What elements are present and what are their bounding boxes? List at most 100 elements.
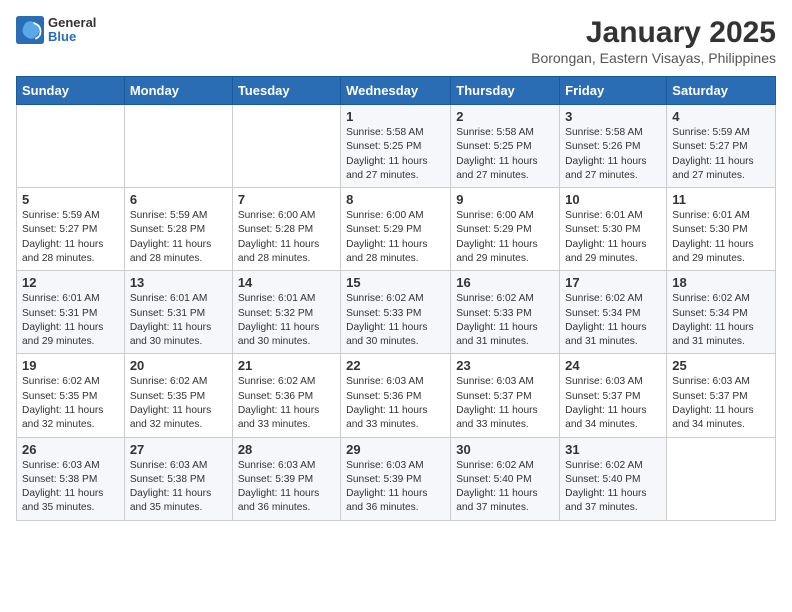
- day-info: Sunrise: 6:03 AM Sunset: 5:39 PM Dayligh…: [238, 459, 335, 516]
- day-info: Sunrise: 6:00 AM Sunset: 5:29 PM Dayligh…: [346, 209, 445, 266]
- calendar-cell: 3Sunrise: 5:58 AM Sunset: 5:26 PM Daylig…: [560, 105, 667, 188]
- day-number: 19: [22, 358, 119, 373]
- calendar-cell: 4 Sunrise: 5:59 AM Sunset: 5:27 PM Daylig…: [667, 105, 776, 188]
- logo-line2: Blue: [48, 30, 96, 44]
- day-info: Sunrise: 6:02 AM Sunset: 5:35 PM Dayligh…: [130, 375, 227, 432]
- day-info: Sunrise: 6:02 AM Sunset: 5:33 PM Dayligh…: [346, 292, 445, 349]
- day-number: 4: [672, 109, 770, 124]
- calendar-cell: 14 Sunrise: 6:01 AM Sunset: 5:32 PM Dayli…: [232, 271, 340, 354]
- day-info: Sunrise: 6:02 AM Sunset: 5:40 PM Dayligh…: [565, 459, 661, 516]
- day-number: 18: [672, 275, 770, 290]
- day-info: Sunrise: 5:58 AM Sunset: 5:26 PM Dayligh…: [565, 126, 661, 183]
- day-info: Sunrise: 6:01 AM Sunset: 5:32 PM Dayligh…: [238, 292, 335, 349]
- day-number: 22: [346, 358, 445, 373]
- day-info: Sunrise: 6:01 AM Sunset: 5:31 PM Dayligh…: [22, 292, 119, 349]
- calendar-cell: 8 Sunrise: 6:00 AM Sunset: 5:29 PM Daylig…: [341, 188, 451, 271]
- calendar-cell: 31Sunrise: 6:02 AM Sunset: 5:40 PM Dayli…: [560, 437, 667, 520]
- day-number: 24: [565, 358, 661, 373]
- day-number: 21: [238, 358, 335, 373]
- day-number: 16: [456, 275, 554, 290]
- weekday-header-row: SundayMondayTuesdayWednesdayThursdayFrid…: [17, 77, 776, 105]
- day-number: 12: [22, 275, 119, 290]
- calendar-cell: 15 Sunrise: 6:02 AM Sunset: 5:33 PM Dayli…: [341, 271, 451, 354]
- calendar-cell: 25 Sunrise: 6:03 AM Sunset: 5:37 PM Dayli…: [667, 354, 776, 437]
- day-number: 10: [565, 192, 661, 207]
- day-info: Sunrise: 6:02 AM Sunset: 5:34 PM Dayligh…: [565, 292, 661, 349]
- calendar-cell: [17, 105, 125, 188]
- logo-icon: [16, 16, 44, 44]
- day-info: Sunrise: 6:03 AM Sunset: 5:37 PM Dayligh…: [456, 375, 554, 432]
- calendar-cell: [232, 105, 340, 188]
- calendar-cell: 9Sunrise: 6:00 AM Sunset: 5:29 PM Daylig…: [451, 188, 560, 271]
- week-row-3: 12 Sunrise: 6:01 AM Sunset: 5:31 PM Dayli…: [17, 271, 776, 354]
- day-number: 26: [22, 442, 119, 457]
- week-row-5: 26 Sunrise: 6:03 AM Sunset: 5:38 PM Dayli…: [17, 437, 776, 520]
- calendar-cell: 16Sunrise: 6:02 AM Sunset: 5:33 PM Dayli…: [451, 271, 560, 354]
- day-number: 25: [672, 358, 770, 373]
- day-info: Sunrise: 6:03 AM Sunset: 5:39 PM Dayligh…: [346, 459, 445, 516]
- weekday-header-tuesday: Tuesday: [232, 77, 340, 105]
- day-info: Sunrise: 5:59 AM Sunset: 5:28 PM Dayligh…: [130, 209, 227, 266]
- weekday-header-saturday: Saturday: [667, 77, 776, 105]
- day-number: 29: [346, 442, 445, 457]
- day-info: Sunrise: 6:02 AM Sunset: 5:40 PM Dayligh…: [456, 459, 554, 516]
- day-number: 8: [346, 192, 445, 207]
- calendar-cell: 29 Sunrise: 6:03 AM Sunset: 5:39 PM Dayli…: [341, 437, 451, 520]
- calendar-cell: 17Sunrise: 6:02 AM Sunset: 5:34 PM Dayli…: [560, 271, 667, 354]
- day-number: 28: [238, 442, 335, 457]
- day-info: Sunrise: 6:03 AM Sunset: 5:36 PM Dayligh…: [346, 375, 445, 432]
- calendar-cell: 21 Sunrise: 6:02 AM Sunset: 5:36 PM Dayli…: [232, 354, 340, 437]
- day-info: Sunrise: 6:01 AM Sunset: 5:30 PM Dayligh…: [565, 209, 661, 266]
- weekday-header-sunday: Sunday: [17, 77, 125, 105]
- day-number: 15: [346, 275, 445, 290]
- weekday-header-thursday: Thursday: [451, 77, 560, 105]
- calendar-cell: 26 Sunrise: 6:03 AM Sunset: 5:38 PM Dayli…: [17, 437, 125, 520]
- week-row-4: 19 Sunrise: 6:02 AM Sunset: 5:35 PM Dayli…: [17, 354, 776, 437]
- day-info: Sunrise: 6:00 AM Sunset: 5:29 PM Dayligh…: [456, 209, 554, 266]
- calendar-cell: 19Sunrise: 6:02 AM Sunset: 5:35 PM Dayli…: [17, 354, 125, 437]
- day-info: Sunrise: 6:02 AM Sunset: 5:36 PM Dayligh…: [238, 375, 335, 432]
- day-info: Sunrise: 5:58 AM Sunset: 5:25 PM Dayligh…: [456, 126, 554, 183]
- day-number: 5: [22, 192, 119, 207]
- day-number: 20: [130, 358, 227, 373]
- calendar-cell: 13Sunrise: 6:01 AM Sunset: 5:31 PM Dayli…: [124, 271, 232, 354]
- calendar-cell: 7Sunrise: 6:00 AM Sunset: 5:28 PM Daylig…: [232, 188, 340, 271]
- calendar-cell: 23Sunrise: 6:03 AM Sunset: 5:37 PM Dayli…: [451, 354, 560, 437]
- day-number: 1: [346, 109, 445, 124]
- month-title: January 2025: [531, 16, 776, 50]
- day-number: 11: [672, 192, 770, 207]
- day-number: 27: [130, 442, 227, 457]
- weekday-header-friday: Friday: [560, 77, 667, 105]
- day-info: Sunrise: 6:02 AM Sunset: 5:34 PM Dayligh…: [672, 292, 770, 349]
- day-info: Sunrise: 6:03 AM Sunset: 5:37 PM Dayligh…: [672, 375, 770, 432]
- day-info: Sunrise: 5:59 AM Sunset: 5:27 PM Dayligh…: [672, 126, 770, 183]
- logo-text: General Blue: [48, 16, 96, 45]
- day-number: 30: [456, 442, 554, 457]
- header: General Blue January 2025 Borongan, East…: [16, 16, 776, 66]
- calendar-cell: 12 Sunrise: 6:01 AM Sunset: 5:31 PM Dayli…: [17, 271, 125, 354]
- day-info: Sunrise: 6:00 AM Sunset: 5:28 PM Dayligh…: [238, 209, 335, 266]
- day-number: 2: [456, 109, 554, 124]
- calendar-cell: 10 Sunrise: 6:01 AM Sunset: 5:30 PM Dayli…: [560, 188, 667, 271]
- calendar-cell: 1Sunrise: 5:58 AM Sunset: 5:25 PM Daylig…: [341, 105, 451, 188]
- calendar-cell: 24 Sunrise: 6:03 AM Sunset: 5:37 PM Dayli…: [560, 354, 667, 437]
- calendar-cell: [124, 105, 232, 188]
- day-info: Sunrise: 5:59 AM Sunset: 5:27 PM Dayligh…: [22, 209, 119, 266]
- calendar-cell: 6Sunrise: 5:59 AM Sunset: 5:28 PM Daylig…: [124, 188, 232, 271]
- day-info: Sunrise: 6:01 AM Sunset: 5:30 PM Dayligh…: [672, 209, 770, 266]
- calendar-cell: 28 Sunrise: 6:03 AM Sunset: 5:39 PM Dayli…: [232, 437, 340, 520]
- calendar-cell: [667, 437, 776, 520]
- location: Borongan, Eastern Visayas, Philippines: [531, 50, 776, 66]
- calendar-cell: 30 Sunrise: 6:02 AM Sunset: 5:40 PM Dayli…: [451, 437, 560, 520]
- day-number: 14: [238, 275, 335, 290]
- calendar-cell: 27Sunrise: 6:03 AM Sunset: 5:38 PM Dayli…: [124, 437, 232, 520]
- logo-line1: General: [48, 16, 96, 30]
- calendar-cell: 5 Sunrise: 5:59 AM Sunset: 5:27 PM Daylig…: [17, 188, 125, 271]
- calendar-table: SundayMondayTuesdayWednesdayThursdayFrid…: [16, 76, 776, 521]
- weekday-header-monday: Monday: [124, 77, 232, 105]
- day-info: Sunrise: 6:01 AM Sunset: 5:31 PM Dayligh…: [130, 292, 227, 349]
- day-info: Sunrise: 6:03 AM Sunset: 5:38 PM Dayligh…: [22, 459, 119, 516]
- day-info: Sunrise: 6:03 AM Sunset: 5:37 PM Dayligh…: [565, 375, 661, 432]
- calendar-cell: 20 Sunrise: 6:02 AM Sunset: 5:35 PM Dayli…: [124, 354, 232, 437]
- calendar-cell: 22 Sunrise: 6:03 AM Sunset: 5:36 PM Dayli…: [341, 354, 451, 437]
